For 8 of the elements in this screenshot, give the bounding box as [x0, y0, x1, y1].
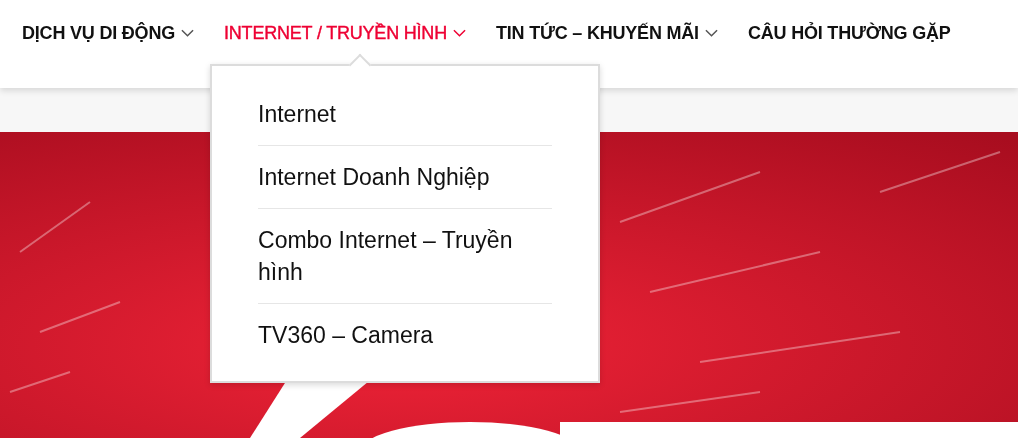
- nav-item[interactable]: DỊCH VỤ DI ĐỘNG: [22, 22, 194, 44]
- menu-item[interactable]: Internet Doanh Nghiệp: [258, 146, 552, 209]
- nav-item[interactable]: CÂU HỎI THƯỜNG GẶP: [747, 22, 951, 44]
- menu-item[interactable]: Combo Internet – Truyền hình: [258, 209, 552, 304]
- menu-item[interactable]: TV360 – Camera: [258, 304, 552, 351]
- menu-item[interactable]: Internet: [258, 98, 552, 146]
- nav-item[interactable]: TIN TỨC – KHUYẾN MÃI: [496, 22, 718, 44]
- nav-item[interactable]: INTERNET / TRUYỀN HÌNH: [224, 22, 466, 44]
